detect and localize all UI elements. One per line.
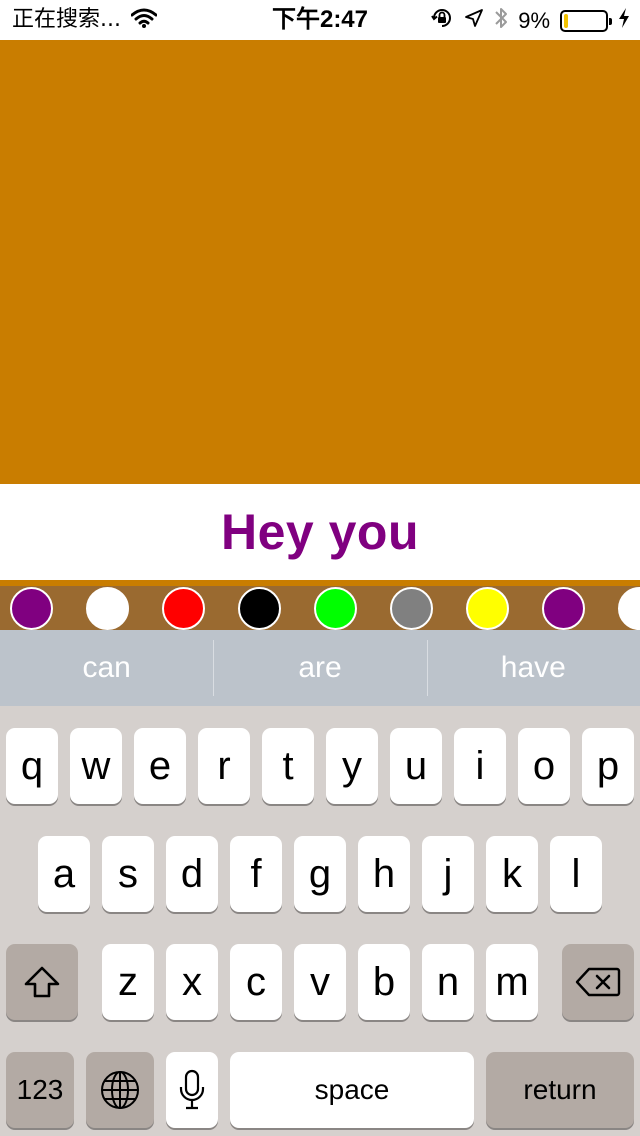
battery-percent: 9% bbox=[518, 7, 550, 33]
key-m[interactable]: m bbox=[486, 944, 538, 1020]
backspace-key[interactable] bbox=[562, 944, 634, 1020]
drawing-canvas[interactable] bbox=[0, 40, 640, 484]
backspace-icon bbox=[575, 966, 621, 998]
key-g[interactable]: g bbox=[294, 836, 346, 912]
suggestion-1[interactable]: can bbox=[0, 630, 213, 706]
key-r[interactable]: r bbox=[198, 728, 250, 804]
color-swatch[interactable] bbox=[390, 587, 433, 630]
shift-key[interactable] bbox=[6, 944, 78, 1020]
status-right: 9% bbox=[430, 6, 630, 35]
orientation-lock-icon bbox=[430, 6, 454, 35]
charging-bolt-icon bbox=[618, 7, 630, 34]
key-k[interactable]: k bbox=[486, 836, 538, 912]
suggestion-2[interactable]: are bbox=[213, 630, 426, 706]
suggestion-3[interactable]: have bbox=[426, 630, 640, 706]
return-key[interactable]: return bbox=[486, 1052, 634, 1128]
microphone-icon bbox=[178, 1069, 206, 1111]
key-a[interactable]: a bbox=[38, 836, 90, 912]
typed-text: Hey you bbox=[220, 504, 419, 560]
key-d[interactable]: d bbox=[166, 836, 218, 912]
key-c[interactable]: c bbox=[230, 944, 282, 1020]
key-o[interactable]: o bbox=[518, 728, 570, 804]
battery-icon bbox=[560, 9, 612, 32]
key-z[interactable]: z bbox=[102, 944, 154, 1020]
key-h[interactable]: h bbox=[358, 836, 410, 912]
key-b[interactable]: b bbox=[358, 944, 410, 1020]
numbers-key[interactable]: 123 bbox=[6, 1052, 74, 1128]
microphone-key[interactable] bbox=[166, 1052, 218, 1128]
key-x[interactable]: x bbox=[166, 944, 218, 1020]
suggestion-bar: can are have bbox=[0, 630, 640, 706]
key-i[interactable]: i bbox=[454, 728, 506, 804]
key-s[interactable]: s bbox=[102, 836, 154, 912]
key-n[interactable]: n bbox=[422, 944, 474, 1020]
key-v[interactable]: v bbox=[294, 944, 346, 1020]
shift-icon bbox=[22, 965, 62, 999]
globe-key[interactable] bbox=[86, 1052, 154, 1128]
color-swatch[interactable] bbox=[10, 587, 53, 630]
text-area[interactable]: Hey you bbox=[0, 484, 640, 580]
color-swatch[interactable] bbox=[162, 587, 205, 630]
color-swatch[interactable] bbox=[314, 587, 357, 630]
bluetooth-icon bbox=[494, 6, 508, 35]
key-l[interactable]: l bbox=[550, 836, 602, 912]
key-q[interactable]: q bbox=[6, 728, 58, 804]
key-y[interactable]: y bbox=[326, 728, 378, 804]
space-key[interactable]: space bbox=[230, 1052, 474, 1128]
color-swatch[interactable] bbox=[86, 587, 129, 630]
key-j[interactable]: j bbox=[422, 836, 474, 912]
key-w[interactable]: w bbox=[70, 728, 122, 804]
battery-level-fill bbox=[564, 13, 568, 28]
color-swatch[interactable] bbox=[466, 587, 509, 630]
key-f[interactable]: f bbox=[230, 836, 282, 912]
color-swatch[interactable] bbox=[542, 587, 585, 630]
key-t[interactable]: t bbox=[262, 728, 314, 804]
color-swatch[interactable] bbox=[618, 587, 640, 630]
globe-icon bbox=[99, 1069, 141, 1111]
color-swatch[interactable] bbox=[238, 587, 281, 630]
color-palette bbox=[0, 580, 640, 630]
key-u[interactable]: u bbox=[390, 728, 442, 804]
keyboard: can are have q w e r t y u i o p a s d f… bbox=[0, 630, 640, 1136]
key-e[interactable]: e bbox=[134, 728, 186, 804]
key-p[interactable]: p bbox=[582, 728, 634, 804]
status-bar: 正在搜索... 下午2:47 9% bbox=[0, 0, 640, 40]
location-arrow-icon bbox=[464, 8, 484, 33]
